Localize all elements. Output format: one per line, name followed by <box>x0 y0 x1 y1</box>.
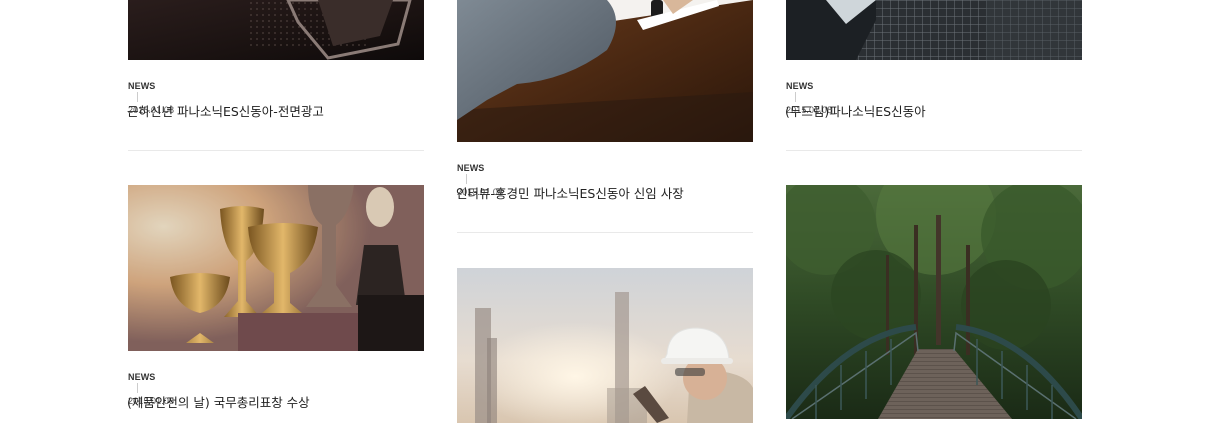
post-category: NEWS <box>128 81 156 91</box>
post-thumbnail-trophies[interactable] <box>128 185 424 351</box>
post-title[interactable]: 근하신년 파나소닉ES신동아-전면광고 <box>127 104 324 120</box>
post-thumbnail-desk[interactable] <box>457 0 753 142</box>
meta-separator <box>466 174 467 184</box>
post-category: NEWS <box>786 81 814 91</box>
card-divider <box>786 150 1082 151</box>
post-category: NEWS <box>457 163 485 173</box>
meta-separator <box>795 92 796 102</box>
post-title[interactable]: (제품안전의 날) 국무총리표창 수상 <box>127 395 310 411</box>
meta-separator <box>137 383 138 393</box>
meta-separator <box>137 92 138 102</box>
post-thumbnail-skyscraper[interactable] <box>786 0 1082 60</box>
post-title[interactable]: (두드림)파나소닉ES신동아 <box>785 104 926 120</box>
post-title[interactable]: 인터뷰-홍경민 파나소닉ES신동아 신임 사장 <box>456 186 684 202</box>
post-thumbnail-frame[interactable] <box>128 0 424 60</box>
post-category: NEWS <box>128 372 156 382</box>
card-divider <box>128 150 424 151</box>
card-divider <box>457 232 753 233</box>
post-thumbnail-engineer[interactable] <box>457 268 753 423</box>
post-thumbnail-forest-bridge[interactable] <box>786 185 1082 419</box>
